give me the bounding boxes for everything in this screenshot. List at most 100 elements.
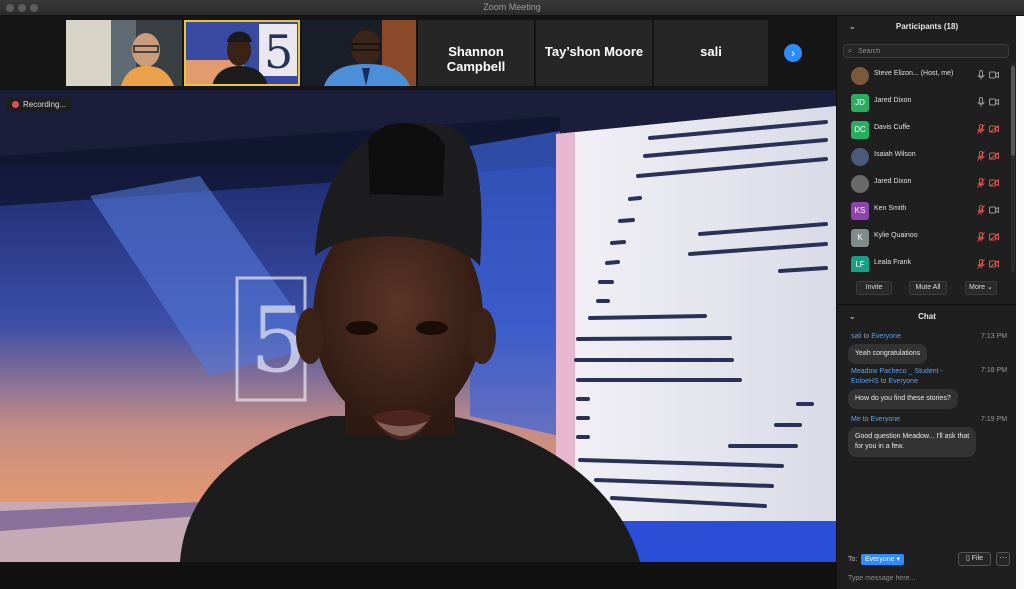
participant-row[interactable]: Isaiah Wilson	[837, 143, 1011, 170]
chat-bubble: How do you find these stories?	[848, 389, 958, 409]
video-icon[interactable]	[989, 206, 999, 214]
participant-row[interactable]: LF Leala Frank	[837, 251, 1011, 272]
invite-button[interactable]: Invite	[856, 281, 892, 295]
chat-message-meta: Meadow Pacheco _ Student - EnloeHS to Ev…	[851, 367, 943, 387]
chat-bubble: Good question Meadow... I'll ask that fo…	[848, 427, 977, 457]
chat-to-word: to	[862, 416, 869, 423]
video-off-icon[interactable]	[989, 260, 999, 268]
video-icon[interactable]	[989, 98, 999, 106]
video-off-icon[interactable]	[989, 152, 999, 160]
participant-tile-sali[interactable]: sali	[654, 20, 768, 86]
to-label: To:	[848, 556, 858, 563]
video-bottom-bar	[0, 562, 836, 589]
chat-recipient-row: To: Everyone ▾ ▯ File ···	[837, 552, 1017, 568]
window-title: Zoom Meeting	[483, 2, 541, 12]
participant-strip: 5 Shannon Campbell Tay’shon Moore sali ›	[0, 16, 836, 90]
chat-bubble: Yeah congratulations	[848, 344, 928, 364]
participant-row[interactable]: K Kylie Quainoo	[837, 224, 1011, 251]
chat-to-word: to	[863, 333, 870, 340]
recording-label: Recording...	[23, 100, 67, 109]
chat-bubble-line: Good question Meadow... I'll ask that	[855, 433, 970, 440]
mic-icon[interactable]	[977, 97, 985, 107]
chat-timestamp: 7:13 PM	[981, 333, 1008, 340]
participant-list-scrollbar[interactable]	[1011, 62, 1015, 272]
participant-tile-tayshon-moore[interactable]: Tay’shon Moore	[536, 20, 652, 86]
avatar	[851, 148, 869, 166]
chat-panel: ⌄ Chat sali to Everyone 7:13 PM Yeah con…	[837, 306, 1017, 589]
recording-indicator[interactable]: Recording...	[6, 98, 73, 112]
participant-name: Jared Dixon	[874, 97, 912, 104]
mute-all-button[interactable]: Mute All	[909, 281, 947, 295]
participant-name: Leala Frank	[874, 259, 911, 266]
search-icon: ⌕	[848, 46, 853, 55]
participant-actions: Invite Mute All More ⌄	[837, 281, 1017, 299]
mic-muted-icon[interactable]	[977, 232, 985, 242]
participant-list: Steve Elizon... (Host, me) JD Jared Dixon D…	[837, 62, 1011, 272]
file-button[interactable]: ▯ File	[958, 552, 991, 566]
more-label: More	[969, 284, 986, 291]
next-page-button[interactable]: ›	[784, 44, 802, 62]
chat-bubble-line: for you in a few.	[855, 443, 905, 450]
participant-row[interactable]: KS Ken Smith	[837, 197, 1011, 224]
video-off-icon[interactable]	[989, 125, 999, 133]
participant-name: Shannon Campbell	[446, 44, 506, 74]
chat-sender-line2: EnloeHS	[851, 378, 879, 385]
chat-recipient: Everyone	[888, 378, 918, 385]
mic-muted-icon[interactable]	[977, 178, 985, 188]
participant-row[interactable]: JD Jared Dixon	[837, 89, 1011, 116]
recording-icon	[12, 101, 19, 108]
chat-sender: sali	[851, 333, 862, 340]
zoom-window: Zoom Meeting 5 5 Shannon Campbell Tay’sh…	[0, 0, 1024, 589]
avatar: KS	[851, 202, 869, 220]
participant-row[interactable]: Jared Dixon	[837, 170, 1011, 197]
scrollbar-thumb[interactable]	[1011, 66, 1015, 156]
recipient-select[interactable]: Everyone ▾	[861, 554, 905, 565]
chat-header: ⌄ Chat	[837, 306, 1017, 328]
chat-message-input[interactable]	[848, 572, 1008, 584]
mic-icon[interactable]	[977, 70, 985, 80]
participant-tile-shannon-campbell[interactable]: Shannon Campbell	[418, 20, 534, 86]
video-off-icon[interactable]	[989, 233, 999, 241]
panel-divider	[837, 304, 1017, 305]
chat-sender: Meadow Pacheco _ Student -	[851, 368, 943, 375]
chevron-down-icon[interactable]: ⌄	[849, 16, 856, 38]
participant-search[interactable]: ⌕	[843, 44, 1009, 58]
participant-video-3	[302, 20, 416, 86]
active-speaker-video: 5	[0, 90, 836, 589]
mic-muted-icon[interactable]	[977, 124, 985, 134]
video-icon[interactable]	[989, 71, 999, 79]
participant-name: sali	[700, 44, 722, 59]
mic-muted-icon[interactable]	[977, 205, 985, 215]
participant-search-input[interactable]	[858, 46, 1003, 56]
chat-more-button[interactable]: ···	[996, 552, 1010, 566]
recipient-value: Everyone	[865, 556, 895, 563]
participant-row[interactable]: DC Davis Cuffe	[837, 116, 1011, 143]
sidebar: ⌄ Participants (18) ⌕ Steve Elizon... (H…	[836, 16, 1017, 589]
more-button[interactable]: More ⌄	[965, 281, 997, 295]
chevron-down-icon[interactable]: ⌄	[849, 306, 856, 328]
participant-tile-video-1[interactable]	[66, 20, 182, 86]
participant-tile-video-2[interactable]: 5	[184, 20, 300, 86]
participant-row[interactable]: Steve Elizon... (Host, me)	[837, 62, 1011, 89]
svg-text:5: 5	[264, 25, 293, 79]
participant-tile-video-3[interactable]	[302, 20, 416, 86]
participant-name: Isaiah Wilson	[874, 151, 916, 158]
avatar: JD	[851, 94, 869, 112]
avatar: DC	[851, 121, 869, 139]
mic-muted-icon[interactable]	[977, 151, 985, 161]
participant-name: Ken Smith	[874, 205, 907, 212]
chat-message-meta: sali to Everyone	[851, 333, 901, 340]
video-area: 5 5 Shannon Campbell Tay’shon Moore sali…	[0, 16, 836, 589]
chat-message-meta: Me to Everyone	[851, 416, 900, 423]
chat-recipient: Everyone	[870, 416, 901, 423]
participants-header: ⌄ Participants (18)	[837, 16, 1017, 38]
participants-title: Participants (18)	[895, 22, 959, 31]
participant-name: Davis Cuffe	[874, 124, 911, 131]
video-off-icon[interactable]	[989, 179, 999, 187]
mic-muted-icon[interactable]	[977, 259, 985, 269]
participant-name: Tay’shon Moore	[544, 44, 644, 59]
participant-video-1	[66, 20, 182, 86]
avatar: LF	[851, 256, 869, 272]
participant-name: Jared Dixon	[874, 178, 912, 185]
file-label: File	[971, 555, 984, 562]
